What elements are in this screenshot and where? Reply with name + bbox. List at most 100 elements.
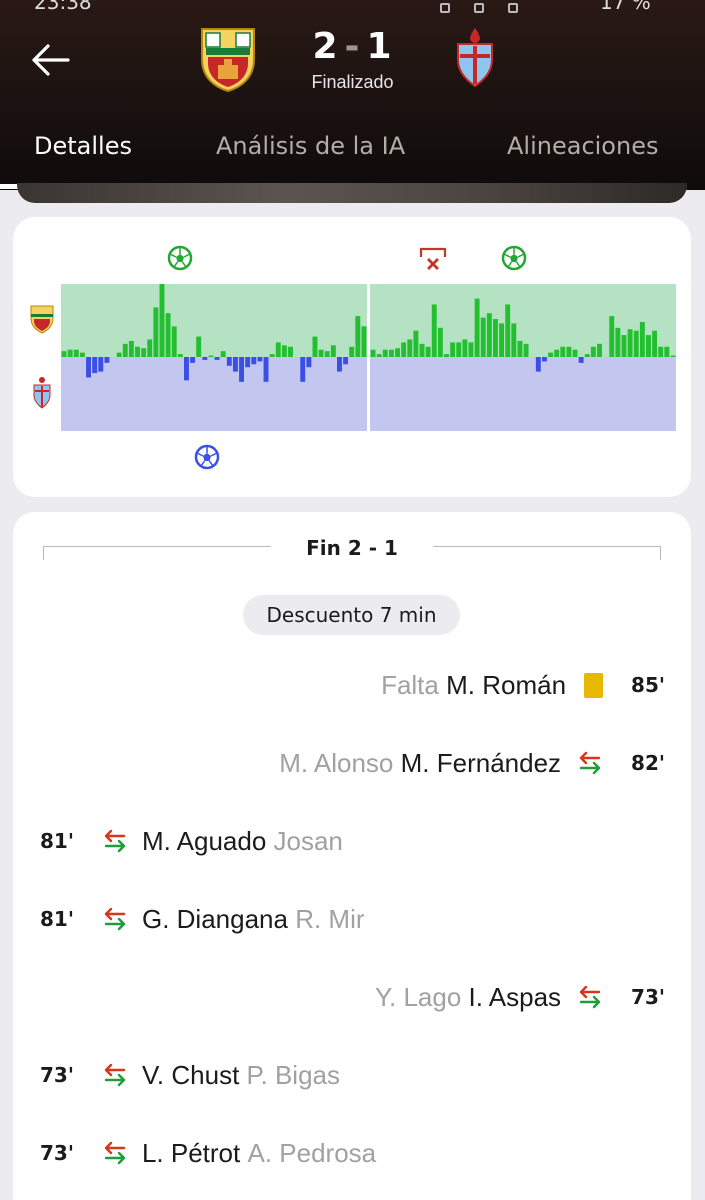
- elche-crest-icon: [30, 305, 54, 334]
- momentum-bar-home: [122, 343, 128, 357]
- momentum-bar-home: [330, 345, 336, 357]
- substitution-icon: [104, 907, 126, 931]
- momentum-bar-home: [281, 345, 287, 357]
- momentum-bar-home: [437, 327, 443, 357]
- momentum-bar-home: [462, 339, 468, 357]
- momentum-bar-home: [450, 342, 456, 357]
- home-score: 2: [312, 26, 339, 67]
- momentum-bar-away: [251, 357, 257, 365]
- momentum-bar-away: [257, 357, 263, 362]
- player-off: Y. Lago: [375, 982, 462, 1013]
- momentum-bar-home: [486, 313, 492, 357]
- event-minute: 73': [631, 985, 665, 1010]
- momentum-bar-home: [480, 317, 486, 357]
- momentum-bar-home: [407, 339, 413, 357]
- momentum-bar-home: [493, 319, 498, 357]
- momentum-card[interactable]: [13, 217, 691, 497]
- momentum-bar-home: [615, 327, 621, 357]
- tab-analisis-ia[interactable]: Análisis de la IA: [216, 132, 405, 160]
- substitution-icon: [579, 985, 601, 1009]
- event-row-substitution[interactable]: 73' V. Chust P. Bigas: [40, 1053, 340, 1093]
- player-off: P. Bigas: [246, 1060, 341, 1091]
- events-card: Fin 2 - 1 Descuento 7 min Falta M. Román…: [13, 512, 691, 1200]
- celta-crest-icon[interactable]: [454, 26, 496, 92]
- match-status: Finalizado: [311, 72, 394, 92]
- momentum-bar-home: [171, 326, 177, 357]
- event-row-substitution[interactable]: 81' M. Aguado Josan: [40, 819, 343, 859]
- elche-crest-icon[interactable]: [198, 25, 258, 93]
- momentum-bar-away: [232, 357, 238, 372]
- event-row-substitution[interactable]: 81' G. Diangana R. Mir: [40, 897, 365, 937]
- momentum-bar-home: [566, 346, 572, 357]
- event-row-substitution[interactable]: Y. Lago I. Aspas 73': [375, 975, 665, 1015]
- battery-level: 17 %: [600, 0, 651, 14]
- score-separator: -: [344, 26, 361, 67]
- soccer-ball-icon: [194, 444, 220, 470]
- momentum-bar-home: [664, 346, 670, 357]
- momentum-bar-home: [646, 335, 651, 357]
- momentum-bar-home: [621, 335, 627, 357]
- momentum-bar-home: [474, 298, 480, 357]
- substitution-icon: [104, 1141, 126, 1165]
- momentum-bar-home: [517, 340, 523, 357]
- stoppage-time-pill: Descuento 7 min: [243, 595, 460, 635]
- momentum-bar-home: [349, 346, 355, 357]
- momentum-bar-home: [324, 351, 330, 357]
- momentum-bar-home: [554, 349, 560, 357]
- divider-left: [43, 546, 271, 560]
- event-row-yellow-card[interactable]: Falta M. Román 85': [381, 663, 665, 703]
- momentum-bar-home: [584, 354, 590, 357]
- momentum-bar-away: [226, 357, 232, 366]
- status-time: 23:38: [34, 0, 92, 14]
- momentum-bar-home: [388, 349, 394, 357]
- momentum-bar-home: [499, 323, 505, 357]
- momentum-bar-away: [263, 357, 269, 382]
- event-minute: 81': [40, 829, 74, 854]
- momentum-bar-away: [239, 357, 244, 382]
- momentum-bar-home: [370, 349, 376, 357]
- event-row-substitution[interactable]: M. Alonso M. Fernández 82': [279, 741, 665, 781]
- momentum-bar-home: [196, 336, 202, 357]
- home-area-first-half: [61, 284, 367, 357]
- event-row-substitution[interactable]: 73' L. Pétrot A. Pedrosa: [40, 1131, 376, 1171]
- tab-detalles[interactable]: Detalles: [34, 132, 132, 160]
- momentum-bar-home: [444, 354, 449, 357]
- momentum-bar-away: [337, 357, 342, 372]
- momentum-bar-home: [468, 342, 474, 357]
- soccer-ball-icon: [167, 245, 193, 271]
- momentum-bar-home: [419, 343, 425, 357]
- tab-alineaciones[interactable]: Alineaciones: [507, 132, 658, 160]
- match-tabs: Detalles Análisis de la IA Alineaciones: [0, 126, 705, 190]
- momentum-bar-home: [61, 351, 67, 357]
- divider-right: [433, 546, 661, 560]
- momentum-bar-away: [92, 357, 98, 374]
- away-area-first-half: [61, 357, 367, 431]
- event-minute: 73': [40, 1063, 74, 1088]
- away-area-second-half: [370, 357, 676, 431]
- momentum-bar-home: [505, 304, 511, 357]
- celta-crest-icon: [33, 377, 51, 409]
- momentum-bar-home: [401, 342, 407, 357]
- momentum-bar-home: [590, 346, 596, 357]
- status-icons: [440, 0, 580, 13]
- momentum-bar-home: [153, 307, 159, 357]
- momentum-bar-away: [98, 357, 104, 372]
- event-minute: 73': [40, 1141, 74, 1166]
- momentum-bar-home: [382, 349, 388, 357]
- momentum-bar-home: [597, 343, 602, 357]
- status-bar: 23:38 17 %: [0, 0, 705, 14]
- momentum-bar-home: [269, 354, 275, 357]
- momentum-bar-away: [535, 357, 541, 372]
- player-off: R. Mir: [295, 904, 365, 935]
- momentum-bar-home: [376, 354, 382, 357]
- back-button[interactable]: [28, 38, 72, 82]
- player-off: M. Alonso: [279, 748, 394, 779]
- momentum-bar-home: [395, 348, 400, 357]
- arrow-left-icon: [32, 44, 70, 76]
- momentum-bar-home: [413, 330, 419, 357]
- player-on: G. Diangana: [141, 904, 288, 935]
- momentum-bar-home: [73, 349, 79, 357]
- event-minute: 82': [631, 751, 665, 776]
- momentum-bar-home: [627, 329, 633, 357]
- media-strip: [17, 183, 687, 203]
